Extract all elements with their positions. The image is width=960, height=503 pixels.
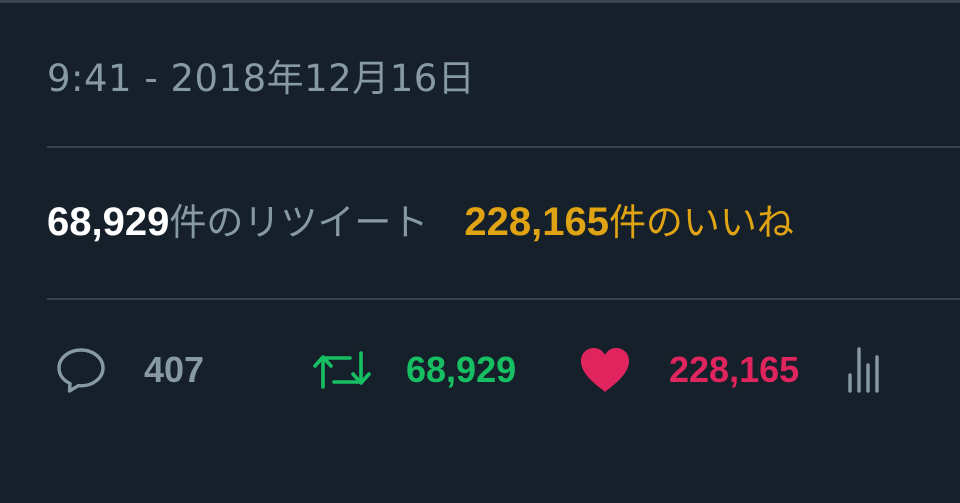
tweet-detail-panel: 9:41 - 2018年12月16日 68,929件のリツイート 228,165件… (0, 0, 960, 503)
likes-stat-label: 件のいいね (608, 201, 794, 244)
tweet-stats: 68,929件のリツイート 228,165件のいいね (47, 192, 794, 246)
retweet-count: 68,929 (406, 349, 517, 390)
heart-icon (579, 346, 631, 394)
tweet-timestamp[interactable]: 9:41 - 2018年12月16日 (47, 48, 475, 102)
divider (47, 298, 960, 300)
analytics-button[interactable] (846, 330, 880, 410)
tweet-action-bar: 407 68,929 228,165 (0, 330, 960, 410)
analytics-icon (846, 345, 880, 395)
retweets-stat-link[interactable]: 68,929件のリツイート (47, 200, 429, 244)
top-border (0, 0, 960, 3)
retweets-stat-label: 件のリツイート (169, 201, 429, 244)
retweets-stat-number: 68,929 (47, 200, 170, 244)
likes-stat-number: 228,165 (464, 200, 609, 244)
reply-button[interactable]: 407 (56, 330, 204, 410)
reply-icon (56, 347, 106, 393)
like-count: 228,165 (669, 349, 800, 390)
likes-stat-link[interactable]: 228,165件のいいね (464, 200, 794, 244)
retweet-button[interactable]: 68,929 (312, 330, 516, 410)
retweet-icon (312, 347, 372, 393)
reply-count: 407 (144, 349, 205, 390)
like-button[interactable]: 228,165 (579, 330, 799, 410)
divider (47, 146, 960, 148)
